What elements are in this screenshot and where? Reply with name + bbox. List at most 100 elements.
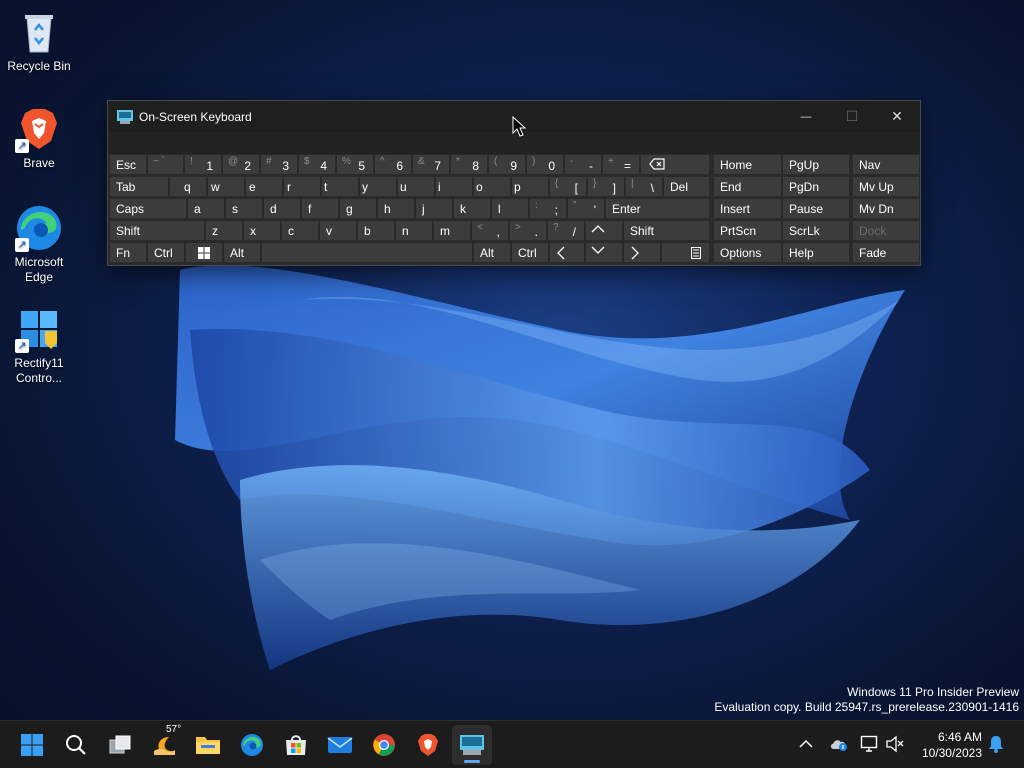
key-o[interactable]: o <box>473 176 511 197</box>
key-options[interactable]: Options <box>713 242 782 263</box>
key-0[interactable]: ) 0 <box>526 154 564 175</box>
desktop-icon-recycle-bin[interactable]: Recycle Bin <box>1 8 77 74</box>
key-5[interactable]: % 5 <box>336 154 374 175</box>
osk-taskbar-button[interactable] <box>452 725 492 765</box>
mail-button[interactable] <box>320 725 360 765</box>
key-u[interactable]: u <box>397 176 435 197</box>
onedrive-tray-icon-button[interactable] <box>828 733 850 755</box>
key-r[interactable]: r <box>283 176 321 197</box>
key-comma[interactable]: <, <box>471 220 509 241</box>
key-w[interactable]: w <box>207 176 245 197</box>
key-shift-right[interactable]: Shift <box>623 220 710 241</box>
desktop-icon-brave[interactable]: ↗ Brave <box>1 105 77 171</box>
key-v[interactable]: v <box>319 220 357 241</box>
search-button[interactable] <box>56 725 96 765</box>
key-menu[interactable] <box>661 242 710 263</box>
key-left-bracket[interactable]: {[ <box>549 176 587 197</box>
key-esc[interactable]: Esc <box>109 154 147 175</box>
key-windows[interactable] <box>185 242 223 263</box>
key-backspace[interactable] <box>640 154 710 175</box>
key-fade[interactable]: Fade <box>852 242 920 263</box>
key-nav[interactable]: Nav <box>852 154 920 175</box>
desktop-icon-rectify11[interactable]: ↗ Rectify11 Contro... <box>1 305 77 386</box>
key-x[interactable]: x <box>243 220 281 241</box>
key-backslash[interactable]: | \ <box>625 176 663 197</box>
key-move-up[interactable]: Mv Up <box>852 176 920 197</box>
key-shift-left[interactable]: Shift <box>109 220 205 241</box>
key-4[interactable]: $4 <box>298 154 336 175</box>
key-d[interactable]: d <box>263 198 301 219</box>
clock[interactable]: 6:46 AM 10/30/2023 <box>922 729 982 761</box>
task-view-button[interactable] <box>100 725 140 765</box>
volume-tray-button[interactable] <box>884 733 906 755</box>
key-c[interactable]: c <box>281 220 319 241</box>
key-enter[interactable]: Enter <box>605 198 710 219</box>
key-insert[interactable]: Insert <box>713 198 782 219</box>
key-pause[interactable]: Pause <box>782 198 850 219</box>
key-l[interactable]: l <box>491 198 529 219</box>
key-a[interactable]: a <box>187 198 225 219</box>
key-ctrl-right[interactable]: Ctrl <box>511 242 549 263</box>
key-2[interactable]: @2 <box>222 154 260 175</box>
key-minus[interactable]: -- <box>564 154 602 175</box>
key-scrlk[interactable]: ScrLk <box>782 220 850 241</box>
key-right-bracket[interactable]: }] <box>587 176 625 197</box>
key-arrow-down[interactable] <box>585 242 623 263</box>
key-j[interactable]: j <box>415 198 453 219</box>
edge-taskbar-button[interactable] <box>232 725 272 765</box>
key-alt-left[interactable]: Alt <box>223 242 261 263</box>
key-z[interactable]: z <box>205 220 243 241</box>
start-button[interactable] <box>12 725 52 765</box>
key-6[interactable]: ^ 6 <box>374 154 412 175</box>
key-arrow-left[interactable] <box>549 242 585 263</box>
key-end[interactable]: End <box>713 176 782 197</box>
close-button[interactable]: ✕ <box>874 101 920 132</box>
key-arrow-right[interactable] <box>623 242 661 263</box>
key-k[interactable]: k <box>453 198 491 219</box>
key-p[interactable]: p <box>511 176 549 197</box>
key-f[interactable]: f <box>301 198 339 219</box>
key-i[interactable]: i <box>435 176 473 197</box>
key-caps[interactable]: Caps <box>109 198 187 219</box>
maximize-button[interactable]: ☐ <box>829 101 875 132</box>
key-1[interactable]: ! 1 <box>184 154 222 175</box>
key-y[interactable]: y <box>359 176 397 197</box>
key-equals[interactable]: + = <box>602 154 640 175</box>
store-button[interactable] <box>276 725 316 765</box>
network-tray-button[interactable] <box>859 733 881 755</box>
key-8[interactable]: * 8 <box>450 154 488 175</box>
key-pgup[interactable]: PgUp <box>782 154 850 175</box>
key-space[interactable] <box>261 242 473 263</box>
key-t[interactable]: t <box>321 176 359 197</box>
key-3[interactable]: #3 <box>260 154 298 175</box>
file-explorer-button[interactable] <box>188 725 228 765</box>
weather-widget-button[interactable]: 57° <box>144 724 184 765</box>
key-tab[interactable]: Tab <box>109 176 169 197</box>
key-n[interactable]: n <box>395 220 433 241</box>
key-q[interactable]: q <box>169 176 207 197</box>
key-semicolon[interactable]: :; <box>529 198 567 219</box>
key-dock[interactable]: Dock <box>852 220 920 241</box>
key-alt-right[interactable]: Alt <box>473 242 511 263</box>
key-fn[interactable]: Fn <box>109 242 147 263</box>
key-period[interactable]: >. <box>509 220 547 241</box>
key-h[interactable]: h <box>377 198 415 219</box>
key-arrow-up[interactable] <box>585 220 623 241</box>
key-del[interactable]: Del <box>663 176 710 197</box>
key-s[interactable]: s <box>225 198 263 219</box>
key-g[interactable]: g <box>339 198 377 219</box>
notifications-button[interactable] <box>985 733 1007 755</box>
show-hidden-icons-button[interactable] <box>795 733 817 755</box>
key-slash[interactable]: ? / <box>547 220 585 241</box>
chrome-button[interactable] <box>364 725 404 765</box>
key-help[interactable]: Help <box>782 242 850 263</box>
key-quote[interactable]: " ' <box>567 198 605 219</box>
key-backtick[interactable]: ~ ` <box>147 154 184 175</box>
key-prtscn[interactable]: PrtScn <box>713 220 782 241</box>
key-e[interactable]: e <box>245 176 283 197</box>
brave-taskbar-button[interactable] <box>408 725 448 765</box>
key-m[interactable]: m <box>433 220 471 241</box>
key-ctrl-left[interactable]: Ctrl <box>147 242 185 263</box>
desktop-icon-edge[interactable]: ↗ Microsoft Edge <box>1 204 77 285</box>
key-move-down[interactable]: Mv Dn <box>852 198 920 219</box>
